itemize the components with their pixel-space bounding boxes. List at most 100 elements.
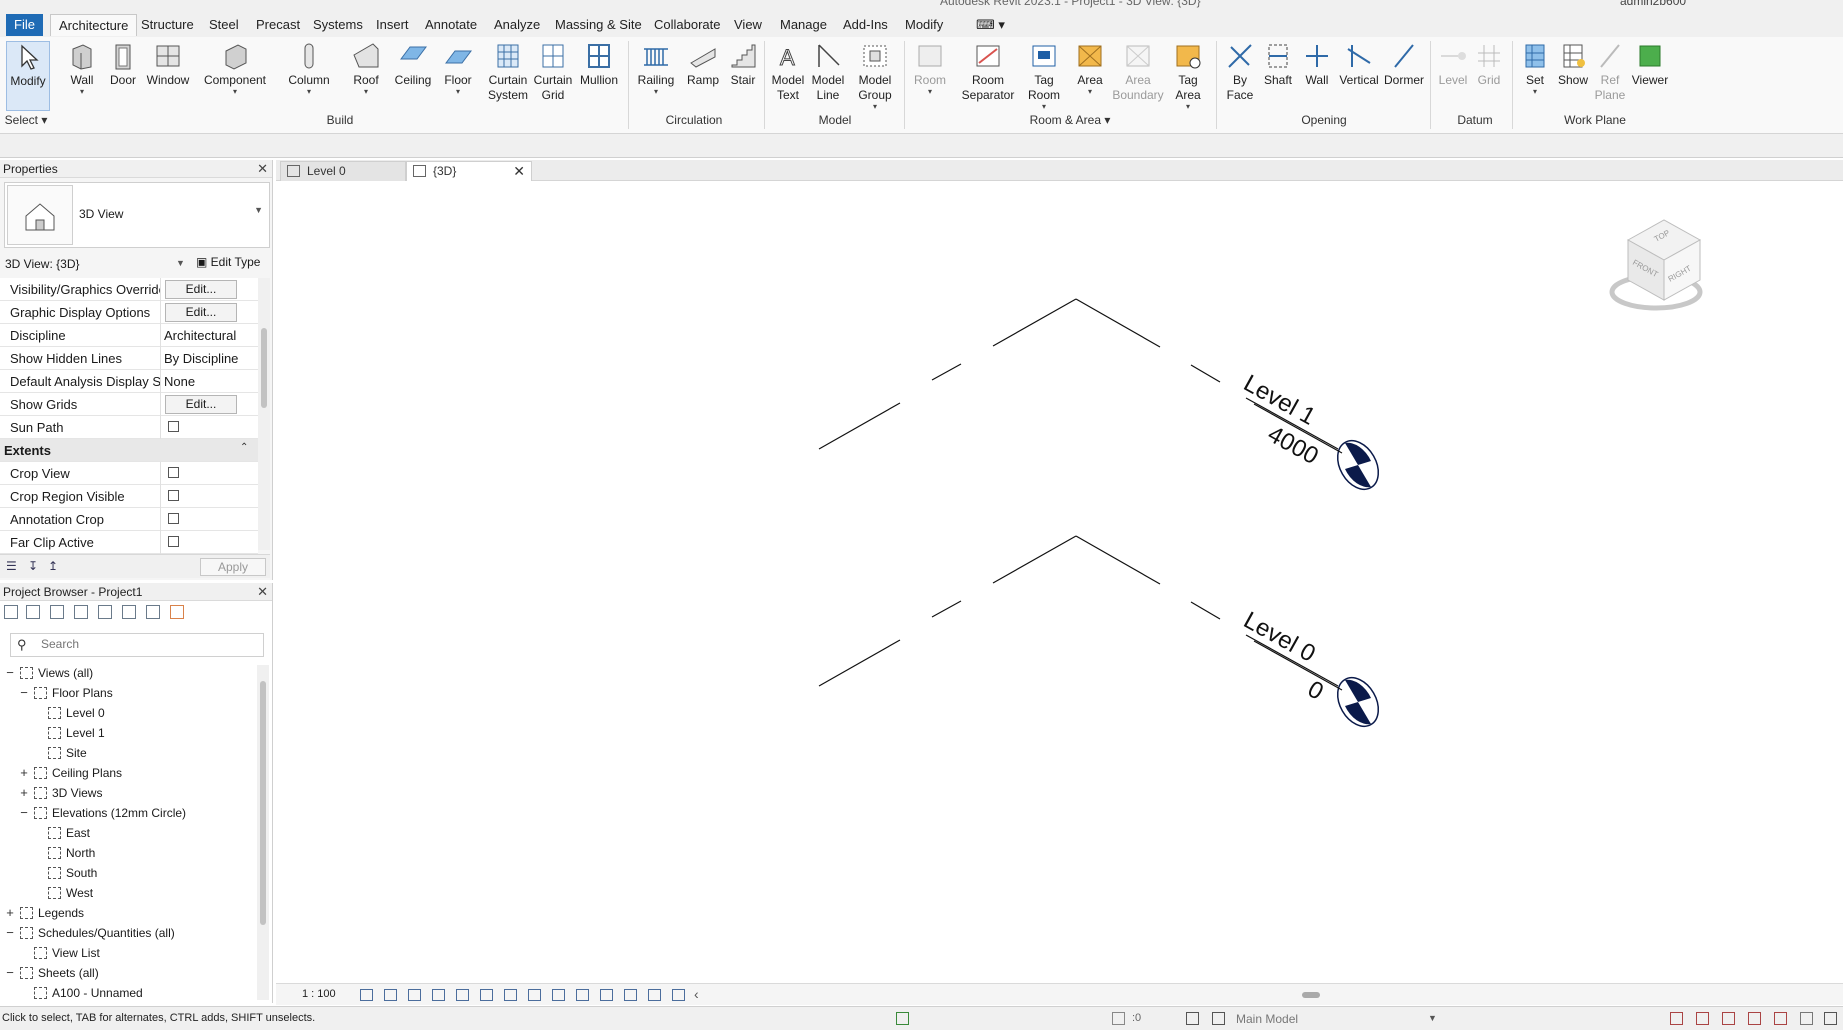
ref-plane-button[interactable]: Ref Plane — [1592, 41, 1628, 103]
property-value[interactable]: By Discipline — [164, 351, 240, 366]
tab-architecture[interactable]: Architecture — [50, 14, 138, 36]
tree-item[interactable]: − Schedules/Quantities (all) — [0, 923, 256, 943]
tab-insert[interactable]: Insert — [368, 14, 417, 36]
drag-elements-icon[interactable] — [1774, 1012, 1787, 1025]
background-process-icon[interactable] — [1800, 1012, 1813, 1025]
tree-item[interactable]: A100 - Unnamed — [0, 983, 256, 1003]
tab-modify[interactable]: Modify — [897, 14, 951, 36]
render-icon[interactable] — [456, 989, 469, 1001]
expand-icon[interactable]: + — [18, 783, 30, 803]
detail-level-icon[interactable] — [360, 989, 373, 1001]
close-icon[interactable]: ✕ — [257, 583, 268, 601]
chevron-left-icon[interactable]: ‹ — [694, 986, 699, 1002]
sheet-icon[interactable] — [122, 605, 136, 619]
tree-item[interactable]: Level 1 — [0, 723, 256, 743]
area-boundary-button[interactable]: Area Boundary — [1112, 41, 1164, 103]
tab-systems[interactable]: Systems — [305, 14, 371, 36]
modify-button[interactable]: Modify — [6, 41, 50, 111]
select-underlay-icon[interactable] — [1696, 1012, 1709, 1025]
tab-analyze[interactable]: Analyze — [486, 14, 548, 36]
family-icon[interactable] — [98, 605, 112, 619]
level-button[interactable]: Level — [1436, 41, 1470, 88]
tree-item[interactable]: − Elevations (12mm Circle) — [0, 803, 256, 823]
tree-item[interactable]: + Legends — [0, 903, 256, 923]
collapse-icon[interactable]: − — [4, 663, 16, 683]
design-options-icon[interactable] — [1186, 1012, 1199, 1025]
edit-button[interactable]: Edit... — [165, 280, 237, 299]
tree-item[interactable]: Site — [0, 743, 256, 763]
column-button[interactable]: Column ▾ — [286, 41, 332, 96]
tab-steel[interactable]: Steel — [201, 14, 247, 36]
show-crop-icon[interactable] — [504, 989, 517, 1001]
tab-view[interactable]: View — [726, 14, 770, 36]
contextual-tab-dropdown[interactable]: ⌨ ▾ — [968, 14, 1013, 36]
tag-area-button[interactable]: Tag Area ▾ — [1168, 41, 1208, 111]
railing-button[interactable]: Railing ▾ — [636, 41, 676, 96]
wall-button[interactable]: Wall ▾ — [62, 41, 102, 96]
component-button[interactable]: Component ▾ — [200, 41, 270, 96]
drawing-canvas[interactable]: Level 1 4000 Level 0 0 TOP FRONT RIGHT — [276, 182, 1843, 982]
curtain-system-button[interactable]: Curtain System — [484, 41, 532, 103]
tab-collaborate[interactable]: Collaborate — [646, 14, 729, 36]
user-name[interactable]: admin2b600 — [1620, 0, 1686, 8]
tree-item[interactable]: − Views (all) — [0, 663, 256, 683]
worksets-icon[interactable] — [896, 1012, 909, 1025]
tree-item[interactable]: West — [0, 883, 256, 903]
tree-item[interactable]: Level 0 — [0, 703, 256, 723]
tab-manage[interactable]: Manage — [772, 14, 835, 36]
shadows-icon[interactable] — [432, 989, 445, 1001]
mullion-button[interactable]: Mullion — [576, 41, 622, 88]
level-1-elevation[interactable]: 4000 — [1263, 421, 1323, 470]
properties-scrollbar[interactable] — [258, 278, 270, 550]
group-select[interactable]: Select ▾ — [4, 113, 48, 127]
expand-icon[interactable]: + — [4, 903, 16, 923]
model-line-button[interactable]: Model Line — [808, 41, 848, 103]
tree-item[interactable]: − Sheets (all) — [0, 963, 256, 983]
view-scale[interactable]: 1 : 100 — [302, 988, 336, 1000]
tree-item[interactable]: South — [0, 863, 256, 883]
link-icon[interactable] — [170, 605, 184, 619]
stair-button[interactable]: Stair — [726, 41, 760, 88]
by-face-button[interactable]: By Face — [1222, 41, 1258, 103]
close-icon[interactable]: ✕ — [257, 160, 268, 178]
worksharing-icon[interactable] — [624, 989, 637, 1001]
reveal-constraints-icon[interactable] — [672, 989, 685, 1001]
area-button[interactable]: Area ▾ — [1072, 41, 1108, 96]
sort-ascending-icon[interactable]: ↧ — [28, 559, 38, 573]
property-value[interactable]: Architectural — [164, 328, 240, 343]
chevron-down-icon[interactable]: ▼ — [254, 205, 263, 215]
tree-item[interactable]: + Ceiling Plans — [0, 763, 256, 783]
tree-item[interactable]: View List — [0, 943, 256, 963]
home-icon[interactable] — [4, 605, 18, 619]
tab-annotate[interactable]: Annotate — [417, 14, 485, 36]
tree-item[interactable]: North — [0, 843, 256, 863]
select-by-face-icon[interactable] — [1748, 1012, 1761, 1025]
door-button[interactable]: Door — [106, 41, 140, 88]
tree-item[interactable]: − Floor Plans — [0, 683, 256, 703]
collapse-icon[interactable]: ⌃ — [240, 442, 248, 453]
vertical-opening-button[interactable]: Vertical — [1338, 41, 1380, 88]
schedule-icon[interactable] — [74, 605, 88, 619]
type-selector[interactable]: 3D View ▼ — [4, 182, 270, 248]
property-checkbox[interactable] — [168, 513, 179, 524]
property-value[interactable]: None — [164, 374, 240, 389]
filter-icon[interactable] — [1824, 1012, 1837, 1025]
room-separator-button[interactable]: Room Separator — [958, 41, 1018, 103]
select-pinned-icon[interactable] — [1722, 1012, 1735, 1025]
apply-button[interactable]: Apply — [200, 558, 266, 576]
chevron-down-icon[interactable]: ▼ — [1428, 1013, 1437, 1023]
group-room-area[interactable]: Room & Area ▾ — [1010, 113, 1130, 127]
tab-level-0[interactable]: Level 0 — [280, 161, 406, 181]
property-checkbox[interactable] — [168, 421, 179, 432]
property-checkbox[interactable] — [168, 490, 179, 501]
edit-button[interactable]: Edit... — [165, 395, 237, 414]
instance-label[interactable]: 3D View: {3D} — [5, 257, 80, 271]
collapse-icon[interactable]: − — [18, 683, 30, 703]
tree-item[interactable]: +3D Views — [0, 783, 256, 803]
highlight-displacement-icon[interactable] — [648, 989, 661, 1001]
level-1-head[interactable] — [1329, 433, 1386, 496]
sort-descending-icon[interactable]: ↥ — [48, 559, 58, 573]
browser-scrollbar[interactable] — [257, 665, 269, 1000]
visual-style-icon[interactable] — [384, 989, 397, 1001]
tab-3d[interactable]: {3D} ✕ — [406, 161, 532, 181]
